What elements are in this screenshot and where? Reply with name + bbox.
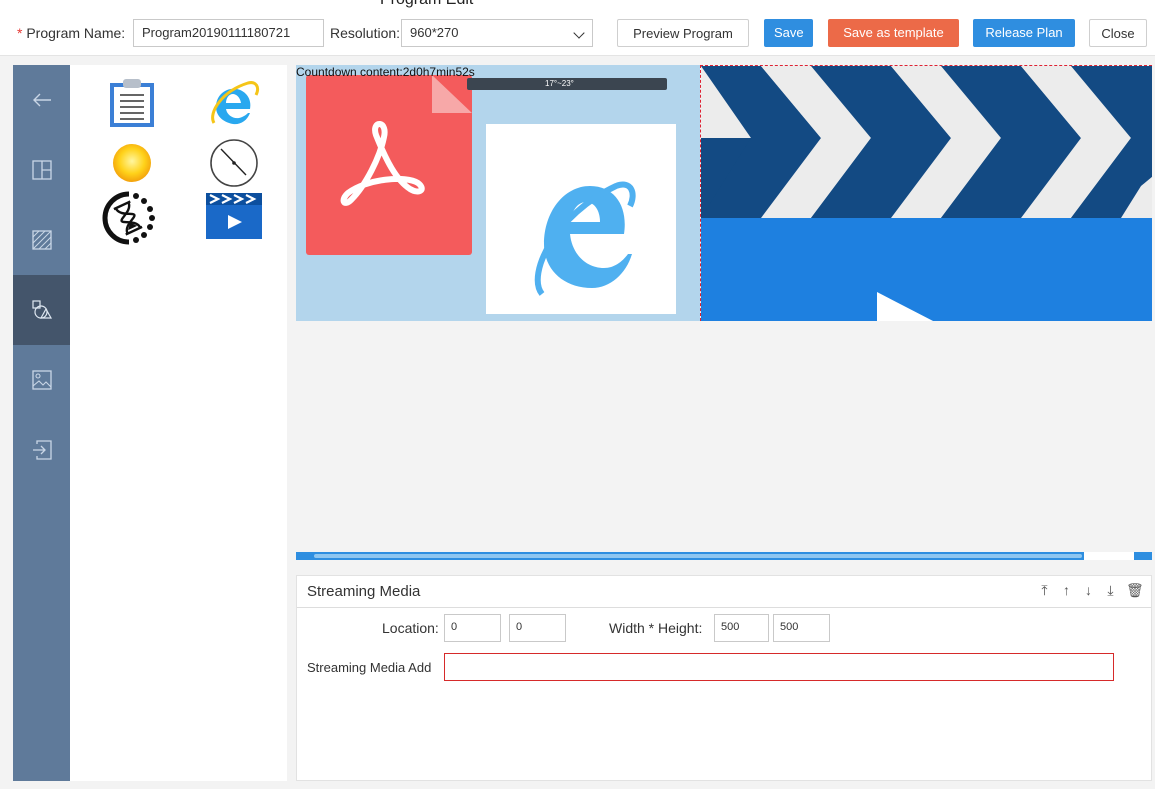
resolution-select[interactable]: 960*270 [401, 19, 593, 47]
layout-icon [31, 160, 52, 180]
location-y-input[interactable]: 0 [509, 614, 566, 642]
program-name-label: * Program Name: [17, 25, 125, 41]
preview-program-button[interactable]: Preview Program [617, 19, 749, 47]
widget-palette [70, 65, 287, 781]
move-up-icon[interactable]: ↑ [1060, 582, 1073, 599]
pdf-acrobat-icon [340, 121, 425, 206]
video-widget[interactable] [700, 65, 1152, 321]
weather-widget[interactable]: 17°~23° [467, 78, 667, 90]
exit-icon [32, 440, 52, 460]
internet-explorer-icon [534, 181, 636, 296]
image-icon [31, 370, 52, 390]
program-name-input[interactable]: Program20190111180721 [133, 19, 324, 47]
nav-exit[interactable] [13, 415, 70, 485]
hatched-pattern-icon [31, 230, 52, 250]
width-input[interactable]: 500 [714, 614, 769, 642]
left-navigation [13, 65, 70, 781]
resolution-label: Resolution: [330, 25, 401, 41]
required-mark: * [17, 25, 23, 41]
program-canvas[interactable]: 17°~23° Countdown content:2d0h7min52s [296, 65, 1152, 565]
pdf-widget[interactable] [306, 75, 472, 255]
nav-layout[interactable] [13, 135, 70, 205]
move-down-icon[interactable]: ↓ [1082, 582, 1095, 599]
weather-temp: 17°~23° [545, 79, 574, 88]
location-label: Location: [382, 620, 439, 636]
toolbar: * Program Name: Program20190111180721 Re… [0, 14, 1155, 56]
streaming-address-label: Streaming Media Add [307, 660, 432, 675]
weather-sun-icon[interactable] [106, 137, 158, 189]
program-editor: Program Edit * Program Name: Program2019… [0, 0, 1155, 789]
size-label: Width * Height: [609, 620, 703, 636]
countdown-hourglass-icon[interactable] [100, 189, 155, 245]
move-bottom-icon[interactable]: ⤓ [1104, 582, 1117, 599]
video-icon[interactable] [204, 189, 262, 241]
arrow-left-icon [32, 93, 51, 107]
program-name-label-text: Program Name: [26, 25, 126, 41]
shapes-icon [31, 300, 52, 319]
streaming-address-input[interactable] [444, 653, 1114, 681]
save-button[interactable]: Save [764, 19, 813, 47]
move-top-icon[interactable]: ⤒ [1038, 582, 1051, 599]
resolution-value: 960*270 [410, 25, 459, 40]
properties-header: Streaming Media ⤒ ↑ ↓ ⤓ 🗑 [297, 576, 1151, 608]
text-document-icon[interactable] [106, 77, 158, 129]
chevron-down-icon [573, 27, 585, 39]
properties-panel: Streaming Media ⤒ ↑ ↓ ⤓ 🗑 Location: 0 0 … [296, 575, 1152, 781]
release-plan-button[interactable]: Release Plan [973, 19, 1075, 47]
layer-tools: ⤒ ↑ ↓ ⤓ 🗑 [1038, 582, 1144, 599]
scrollbar-track-end [1084, 552, 1134, 560]
countdown-text: Countdown content:2d0h7min52s [296, 65, 475, 79]
save-as-template-button[interactable]: Save as template [828, 19, 959, 47]
canvas-region-left[interactable]: 17°~23° Countdown content:2d0h7min52s [296, 65, 700, 321]
nav-image[interactable] [13, 345, 70, 415]
window-title-bar: Program Edit [0, 0, 1155, 14]
properties-title: Streaming Media [307, 583, 421, 600]
clock-icon[interactable] [208, 137, 260, 189]
scrollbar-thumb[interactable] [314, 554, 1082, 558]
delete-icon[interactable]: 🗑 [1126, 582, 1144, 599]
nav-background[interactable] [13, 205, 70, 275]
web-widget[interactable] [486, 124, 676, 314]
internet-explorer-icon[interactable] [208, 77, 260, 129]
window-title: Program Edit [380, 0, 473, 9]
height-input[interactable]: 500 [773, 614, 830, 642]
canvas-horizontal-scrollbar[interactable] [296, 552, 1152, 560]
location-x-input[interactable]: 0 [444, 614, 501, 642]
video-preview-graphic [701, 66, 1152, 321]
nav-widgets[interactable] [13, 275, 70, 345]
nav-back[interactable] [13, 65, 70, 135]
close-button[interactable]: Close [1089, 19, 1147, 47]
